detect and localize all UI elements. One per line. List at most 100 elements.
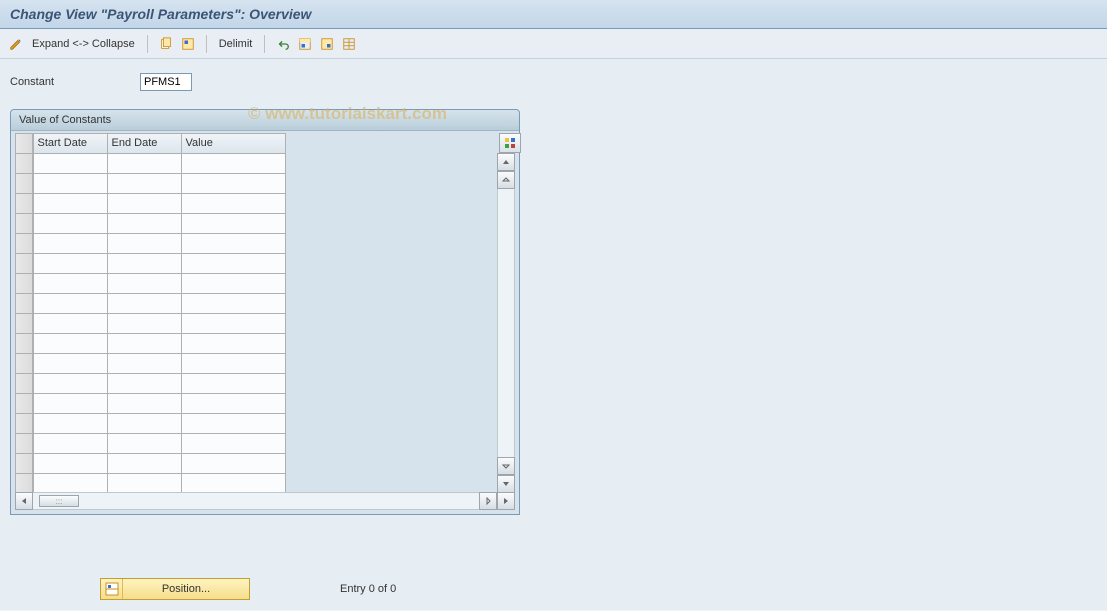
separator	[206, 35, 207, 53]
scroll-track[interactable]	[497, 189, 515, 457]
constants-panel: Value of Constants Start Date End Date V…	[10, 109, 520, 515]
cell-value[interactable]	[181, 473, 286, 494]
vertical-scrollbar[interactable]	[497, 133, 515, 493]
cell-value[interactable]	[181, 253, 286, 274]
row-selector[interactable]	[15, 333, 33, 354]
select-all-icon[interactable]	[180, 36, 196, 52]
col-header-start[interactable]: Start Date	[33, 133, 108, 154]
cell-end[interactable]	[107, 333, 182, 354]
cell-start[interactable]	[33, 153, 108, 174]
cell-value[interactable]	[181, 153, 286, 174]
row-selector[interactable]	[15, 393, 33, 414]
cell-value[interactable]	[181, 333, 286, 354]
row-selector[interactable]	[15, 213, 33, 234]
cell-end[interactable]	[107, 453, 182, 474]
cell-start[interactable]	[33, 373, 108, 394]
cell-value[interactable]	[181, 453, 286, 474]
col-header-value[interactable]: Value	[181, 133, 286, 154]
cell-value[interactable]	[181, 373, 286, 394]
cell-end[interactable]	[107, 153, 182, 174]
cell-value[interactable]	[181, 413, 286, 434]
cell-start[interactable]	[33, 353, 108, 374]
toggle-display-change-icon[interactable]	[8, 36, 24, 52]
horizontal-scrollbar[interactable]: :::	[15, 492, 515, 510]
cell-end[interactable]	[107, 253, 182, 274]
cell-end[interactable]	[107, 293, 182, 314]
undo-icon[interactable]	[275, 36, 291, 52]
scroll-down-icon[interactable]	[497, 475, 515, 493]
h-scroll-thumb[interactable]: :::	[39, 495, 79, 507]
cell-start[interactable]	[33, 313, 108, 334]
cell-end[interactable]	[107, 393, 182, 414]
row-selector[interactable]	[15, 453, 33, 474]
row-selector[interactable]	[15, 273, 33, 294]
cell-start[interactable]	[33, 453, 108, 474]
cell-value[interactable]	[181, 193, 286, 214]
cell-end[interactable]	[107, 193, 182, 214]
cell-start[interactable]	[33, 173, 108, 194]
cell-end[interactable]	[107, 173, 182, 194]
deselect-all-icon[interactable]	[319, 36, 335, 52]
row-selector[interactable]	[15, 293, 33, 314]
cell-start[interactable]	[33, 193, 108, 214]
cell-start[interactable]	[33, 213, 108, 234]
cell-end[interactable]	[107, 273, 182, 294]
h-scroll-track[interactable]: :::	[33, 492, 479, 510]
cell-end[interactable]	[107, 213, 182, 234]
row-selector[interactable]	[15, 373, 33, 394]
row-selector[interactable]	[15, 253, 33, 274]
cell-start[interactable]	[33, 473, 108, 494]
cell-value[interactable]	[181, 353, 286, 374]
constant-input[interactable]	[140, 73, 192, 91]
cell-value[interactable]	[181, 293, 286, 314]
row-selector[interactable]	[15, 313, 33, 334]
row-selector[interactable]	[15, 193, 33, 214]
table-config-icon[interactable]	[499, 133, 521, 153]
position-button[interactable]: Position...	[100, 578, 250, 600]
scroll-left-icon[interactable]	[15, 492, 33, 510]
cell-value[interactable]	[181, 273, 286, 294]
cell-start[interactable]	[33, 333, 108, 354]
cell-start[interactable]	[33, 273, 108, 294]
cell-start[interactable]	[33, 233, 108, 254]
scroll-up-icon[interactable]	[497, 153, 515, 171]
cell-start[interactable]	[33, 393, 108, 414]
cell-end[interactable]	[107, 313, 182, 334]
cell-start[interactable]	[33, 293, 108, 314]
cell-end[interactable]	[107, 473, 182, 494]
expand-collapse-button[interactable]: Expand <-> Collapse	[30, 38, 137, 50]
cell-start[interactable]	[33, 253, 108, 274]
cell-value[interactable]	[181, 233, 286, 254]
cell-value[interactable]	[181, 173, 286, 194]
row-selector[interactable]	[15, 413, 33, 434]
row-selector[interactable]	[15, 233, 33, 254]
row-selector[interactable]	[15, 433, 33, 454]
cell-end[interactable]	[107, 233, 182, 254]
scroll-right-step-icon[interactable]	[479, 492, 497, 510]
row-selector[interactable]	[15, 173, 33, 194]
scroll-right-icon[interactable]	[497, 492, 515, 510]
row-selector[interactable]	[15, 353, 33, 374]
row-selector-header[interactable]	[15, 133, 33, 154]
scroll-up-step-icon[interactable]	[497, 171, 515, 189]
cell-start[interactable]	[33, 413, 108, 434]
cell-value[interactable]	[181, 393, 286, 414]
row-selector[interactable]	[15, 473, 33, 494]
delimit-button[interactable]: Delimit	[217, 38, 255, 50]
cell-value[interactable]	[181, 313, 286, 334]
cell-end[interactable]	[107, 413, 182, 434]
cell-end[interactable]	[107, 353, 182, 374]
cell-end[interactable]	[107, 373, 182, 394]
cell-value[interactable]	[181, 213, 286, 234]
cell-start[interactable]	[33, 433, 108, 454]
col-header-end[interactable]: End Date	[107, 133, 182, 154]
constant-field-row: Constant	[10, 73, 1097, 91]
row-selector[interactable]	[15, 153, 33, 174]
copy-icon[interactable]	[158, 36, 174, 52]
cell-end[interactable]	[107, 433, 182, 454]
table-row	[15, 273, 495, 293]
table-settings-icon[interactable]	[341, 36, 357, 52]
cell-value[interactable]	[181, 433, 286, 454]
select-block-icon[interactable]	[297, 36, 313, 52]
scroll-down-step-icon[interactable]	[497, 457, 515, 475]
